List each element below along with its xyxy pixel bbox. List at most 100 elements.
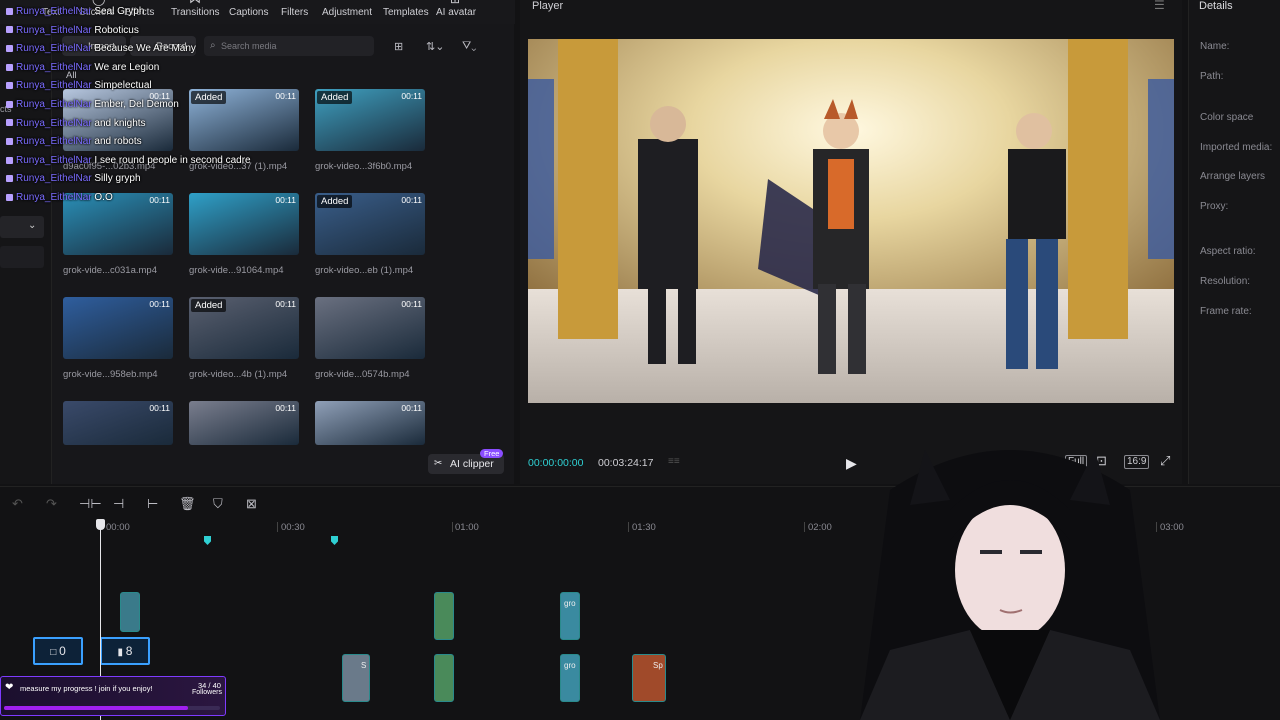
media-thumbnail[interactable]: 00:11 [315, 401, 425, 445]
chat-message: Runya_EithelNar Simpelectual [6, 80, 152, 91]
track-label-b[interactable]: ▮ 8 [100, 637, 150, 665]
added-badge: Added [317, 195, 353, 208]
sidebar-item[interactable] [0, 246, 44, 268]
detail-path: Path: [1200, 71, 1224, 82]
tab-ai-avatar[interactable]: AI avatar [436, 7, 476, 18]
chat-username: Runya_EithelNar [16, 154, 92, 166]
split-right-icon[interactable]: ⊢ [147, 496, 158, 512]
vtuber-avatar [860, 450, 1160, 720]
media-thumbnail[interactable]: Added 00:11 [315, 193, 425, 255]
goal-progress-fill [4, 706, 188, 710]
ai-clipper-label: AI clipper [450, 458, 494, 470]
chat-username: Runya_EithelNar [16, 80, 92, 92]
tab-filters[interactable]: Filters [281, 7, 308, 18]
duration-badge: 00:11 [275, 91, 296, 101]
media-thumbnail[interactable]: 00:11 [189, 193, 299, 255]
timeline-clip[interactable]: S [342, 654, 370, 702]
media-thumbnail[interactable]: 00:11 [189, 401, 299, 445]
video-preview[interactable] [528, 39, 1174, 403]
square-icon: □ [50, 647, 60, 658]
chat-username: Runya_EithelNar [16, 117, 92, 129]
chat-username: Runya_EithelNar [16, 136, 92, 148]
redo-icon[interactable]: ↷ [46, 496, 57, 512]
search-input[interactable]: ⌕ Search media [204, 36, 374, 56]
search-placeholder: Search media [221, 41, 277, 51]
tab-adjustment[interactable]: Adjustment [322, 7, 372, 18]
tab-templates[interactable]: Templates [383, 7, 429, 18]
chat-message: Runya_EithelNar and knights [6, 118, 146, 129]
duration-badge: 00:11 [275, 403, 296, 413]
shield-icon[interactable]: ⛉ [213, 496, 223, 512]
media-thumbnail[interactable]: 00:11 [63, 297, 173, 359]
clip-label: S [361, 661, 367, 670]
badge-icon [6, 82, 13, 90]
added-badge: Added [191, 91, 227, 104]
sidebar-dropdown[interactable]: ⌄ [0, 216, 44, 238]
bookmark-icon: ▮ [117, 647, 126, 658]
delete-icon[interactable]: 🗑 [179, 496, 196, 512]
chat-message: Runya_EithelNar I see round people in se… [6, 155, 251, 166]
sort-icon[interactable]: ⇅⌄ [426, 40, 444, 53]
chat-username: Runya_EithelNar [16, 99, 92, 110]
badge-icon [6, 119, 13, 127]
media-thumbnail[interactable]: Added 00:11 [189, 89, 299, 151]
chat-text: O.O [94, 192, 113, 203]
grid-view-icon[interactable]: ⊞ [394, 40, 403, 53]
chat-username: Runya_EithelNar [16, 192, 92, 203]
badge-icon [6, 175, 13, 183]
timeline-clip[interactable]: Sp [632, 654, 666, 702]
detail-color-space: Color space [1200, 112, 1254, 123]
ruler-label: 00:00 [106, 522, 130, 533]
duration-badge: 00:11 [401, 299, 422, 309]
filter-icon[interactable]: ⛛⌄ [462, 40, 476, 53]
playhead[interactable] [96, 519, 105, 530]
tab-transitions[interactable]: Transitions [171, 7, 220, 18]
track-count-a: 0 [59, 644, 66, 658]
player-title: Player [532, 0, 564, 12]
media-thumbnail[interactable]: Added 00:11 [189, 297, 299, 359]
media-thumbnail[interactable]: Added 00:11 [315, 89, 425, 151]
timeline-clip[interactable] [120, 592, 140, 632]
chat-text: and knights [94, 117, 146, 129]
duration-badge: 00:11 [149, 299, 170, 309]
waveform-icon[interactable]: ≡≡ [668, 456, 680, 467]
media-thumbnail[interactable]: 00:11 [63, 401, 173, 445]
tab-captions[interactable]: Captions [229, 7, 268, 18]
chat-text: and robots [94, 136, 142, 148]
chat-message: Runya_EithelNar Silly gryph [6, 173, 141, 184]
chat-text: Simpelectual [94, 80, 152, 92]
split-left-icon[interactable]: ⊣ [113, 496, 124, 512]
details-title: Details [1199, 0, 1233, 12]
track-label-a[interactable]: □ 0 [33, 637, 83, 665]
media-thumbnail[interactable]: 00:11 [315, 297, 425, 359]
badge-icon [6, 26, 13, 34]
menu-icon[interactable]: ☰ [1154, 0, 1165, 12]
chat-text: We are Legion [94, 61, 160, 73]
duration-badge: 00:11 [275, 195, 296, 205]
ruler-tick [277, 522, 278, 532]
clip-label: gro [564, 661, 576, 670]
timeline-clip[interactable]: gro [560, 592, 580, 640]
undo-icon[interactable]: ↶ [12, 496, 23, 512]
video-frame [528, 39, 1174, 403]
media-filename: grok-vide...0574b.mp4 [315, 369, 410, 380]
badge-icon [6, 138, 13, 146]
badge-icon [6, 63, 13, 71]
timeline-clip[interactable] [434, 654, 454, 702]
ruler-label: 01:00 [455, 522, 479, 533]
chat-username: Runya_EithelNar [16, 24, 92, 36]
chat-message: Runya_EithelNar O.O [6, 192, 113, 203]
chat-username: Runya_EithelNar [16, 173, 92, 185]
media-filename: grok-vide...c031a.mp4 [63, 265, 157, 276]
search-icon: ⌕ [210, 40, 216, 51]
detail-arrange-layers: Arrange layers [1200, 171, 1266, 182]
timeline-clip[interactable] [434, 592, 454, 640]
crop-icon[interactable]: ⊠ [246, 496, 257, 512]
timeline-clip[interactable]: gro [560, 654, 580, 702]
ruler-label: 02:00 [808, 522, 832, 533]
heart-icon: ❤ [5, 682, 14, 693]
badge-icon [6, 193, 13, 201]
ruler-label: 00:30 [281, 522, 305, 533]
split-icon[interactable]: ⊣⊢ [79, 496, 102, 512]
chat-username: Runya_EithelNar [16, 6, 92, 17]
